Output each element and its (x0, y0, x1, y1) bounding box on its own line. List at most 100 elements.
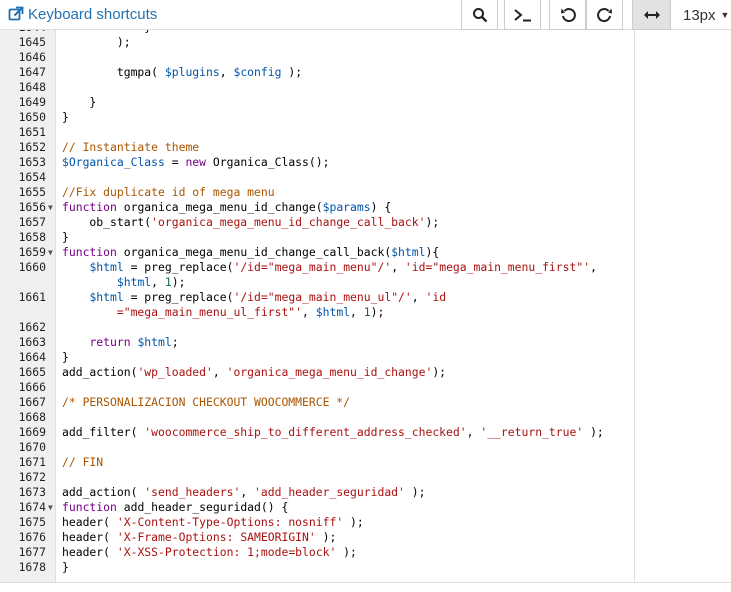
code-token: function (62, 245, 117, 259)
code-line[interactable]: 1674 ▼ function add_header_seguridad() { (0, 500, 731, 515)
fold-arrow-icon[interactable]: ▼ (48, 500, 53, 515)
code-token: 'add_header_seguridad' (254, 485, 405, 499)
fold-arrow-icon[interactable]: ▼ (48, 200, 53, 215)
code-line[interactable]: 1651 (0, 125, 731, 140)
code-line[interactable]: 1663 return $html; (0, 335, 731, 350)
code-token: , (302, 305, 316, 319)
code-line[interactable]: 1661 $html = preg_replace('/id="mega_mai… (0, 290, 731, 320)
code-line[interactable]: 1675 header( 'X-Content-Type-Options: nos… (0, 515, 731, 530)
code-text: // FIN (62, 455, 103, 470)
code-line[interactable]: 1657 ob_start('organica_mega_menu_id_cha… (0, 215, 731, 230)
code-token: 'send_headers' (144, 485, 241, 499)
code-line[interactable]: 1672 (0, 470, 731, 485)
code-line[interactable]: 1678} (0, 560, 731, 575)
code-line[interactable]: 1670 (0, 440, 731, 455)
line-number: 1678 (18, 560, 46, 574)
line-number: 1668 (18, 410, 46, 424)
code-line[interactable]: 1655 //Fix duplicate id of mega menu (0, 185, 731, 200)
code-text: function organica_mega_menu_id_change($p… (62, 200, 391, 215)
code-text: } (62, 230, 69, 245)
line-number: 1649 (18, 95, 46, 109)
code-editor[interactable]: 1644 }1645 );16461647 tgmpa( $plugins, $… (0, 30, 731, 582)
code-line[interactable]: 1646 (0, 50, 731, 65)
search-button[interactable] (461, 0, 498, 30)
code-line[interactable]: 1667 /* PERSONALIZACION CHECKOUT WOOCOMME… (0, 395, 731, 410)
code-token: ); (281, 65, 303, 79)
code-token: $html (116, 275, 152, 289)
code-token: // FIN (62, 455, 104, 469)
line-number: 1669 (18, 425, 46, 439)
code-line[interactable]: 1665 add_action('wp_loaded', 'organica_me… (0, 365, 731, 380)
code-line[interactable]: 1652 // Instantiate theme (0, 140, 731, 155)
code-text: header( 'X-Content-Type-Options: nosniff… (62, 515, 364, 530)
code-token: , (219, 65, 234, 79)
code-text: $Organica_Class = new Organica_Class(); (62, 155, 329, 170)
code-token: ; (171, 335, 179, 349)
redo-icon (596, 7, 612, 22)
code-line[interactable]: 1658} (0, 230, 731, 245)
keyboard-shortcuts-link[interactable]: Keyboard shortcuts (8, 4, 157, 24)
code-token: } (62, 30, 151, 34)
code-text: // Instantiate theme (62, 140, 199, 155)
code-token: , (350, 305, 364, 319)
external-link-icon (8, 6, 24, 21)
code-line[interactable]: 1653 $Organica_Class = new Organica_Class… (0, 155, 731, 170)
line-number: 1667 (18, 395, 46, 409)
code-line[interactable]: 1662 (0, 320, 731, 335)
code-line[interactable]: 1648 (0, 80, 731, 95)
code-line[interactable]: 1666 (0, 380, 731, 395)
code-token: add_header_seguridad() { (116, 500, 289, 514)
code-token: } (62, 110, 69, 124)
code-line[interactable]: 1649 } (0, 95, 731, 110)
code-token: return (89, 335, 131, 349)
font-size-select[interactable]: 13px ▼ (676, 0, 731, 30)
code-token: , (212, 365, 227, 379)
code-line[interactable]: 1677 header( 'X-XSS-Protection: 1;mode=bl… (0, 545, 731, 560)
line-number: 1677 (18, 545, 46, 559)
code-line[interactable]: 1659 ▼ function organica_mega_menu_id_chan… (0, 245, 731, 260)
code-token: ); (583, 425, 604, 439)
code-token: 'X-Frame-Options: SAMEORIGIN' (116, 530, 316, 544)
code-line[interactable]: 1647 tgmpa( $plugins, $config ); (0, 65, 731, 80)
code-text: add_action( 'send_headers', 'add_header_… (62, 485, 425, 500)
code-token: $params (322, 200, 371, 214)
code-text: /* PERSONALIZACION CHECKOUT WOOCOMMERCE … (62, 395, 350, 410)
code-text: header( 'X-XSS-Protection: 1;mode=block'… (62, 545, 357, 560)
code-line[interactable]: 1669 add_filter( 'woocommerce_ship_to_dif… (0, 425, 731, 440)
code-line[interactable]: 1676 header( 'X-Frame-Options: SAMEORIGIN… (0, 530, 731, 545)
line-number: 1645 (18, 35, 46, 49)
code-token: = (164, 155, 186, 169)
code-token: } (62, 350, 69, 364)
line-number: 1653 (18, 155, 46, 169)
code-token: // Instantiate theme (62, 140, 200, 154)
search-icon (472, 7, 487, 22)
code-token: 'X-XSS-Protection: 1;mode=block' (116, 545, 337, 559)
fold-arrow-icon[interactable]: ▼ (48, 245, 53, 260)
caret-down-icon: ▼ (720, 10, 730, 20)
code-line[interactable]: 1668 (0, 410, 731, 425)
code-token: header( (62, 530, 117, 544)
code-line[interactable]: 1656 ▼ function organica_mega_menu_id_chan… (0, 200, 731, 215)
code-line[interactable]: 1660 $html = preg_replace('/id="mega_mai… (0, 260, 731, 290)
wrap-toggle-button[interactable] (632, 0, 671, 30)
code-line[interactable]: 1664} (0, 350, 731, 365)
code-token: = preg_replace( (123, 260, 234, 274)
redo-button[interactable] (586, 0, 623, 30)
code-token: organica_mega_menu_id_change( (116, 200, 323, 214)
line-number: 1674 (18, 500, 46, 514)
code-line[interactable]: 1673 add_action( 'send_headers', 'add_hea… (0, 485, 731, 500)
terminal-button[interactable] (504, 0, 541, 30)
code-line[interactable]: 1645 ); (0, 35, 731, 50)
code-token: 'wp_loaded' (137, 365, 213, 379)
line-number: 1655 (18, 185, 46, 199)
code-token: ); (432, 365, 447, 379)
undo-button[interactable] (549, 0, 586, 30)
line-number: 1648 (18, 80, 46, 94)
code-token: $config (233, 65, 282, 79)
code-token: header( (62, 545, 117, 559)
code-token: , (151, 275, 165, 289)
code-line[interactable]: 1650} (0, 110, 731, 125)
code-line[interactable]: 1654 (0, 170, 731, 185)
code-line[interactable]: 1671 // FIN (0, 455, 731, 470)
line-number: 1657 (18, 215, 46, 229)
